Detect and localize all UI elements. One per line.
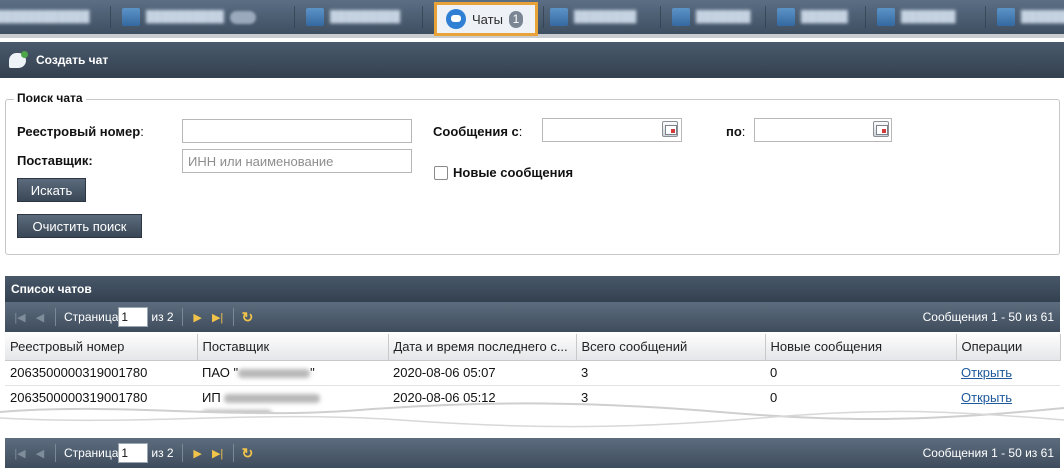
nav-item-statistics[interactable]: █████████ (306, 6, 400, 28)
prev-page-icon[interactable]: ◀ (33, 311, 47, 324)
pager-bottom: |◀ ◀ Страница из 2 ▶ ▶| ↻ Сообщения 1 - … (5, 438, 1060, 468)
messages-from-label: Сообщения с: (433, 124, 523, 139)
last-page-icon[interactable]: ▶| (211, 311, 225, 324)
nav-item-blurred-text: ████████ (574, 11, 637, 23)
nav-item-chats[interactable]: Чаты 1 (434, 2, 538, 36)
help-icon (877, 8, 895, 26)
clear-search-button[interactable]: Очистить поиск (17, 214, 142, 238)
cell-total-messages: 3 (576, 360, 765, 386)
column-header-supplier[interactable]: Поставщик (197, 334, 389, 361)
page-number-input[interactable] (118, 307, 149, 327)
nav-item-blurred-1[interactable]: ████████████ (0, 6, 90, 28)
nav-item-blurred-text: ███████ (696, 11, 751, 23)
cell-last-message-datetime: 2020-08-06 05:07 (388, 360, 576, 386)
top-navigation: ████████████ ██████████ █████████ Чаты 1… (0, 0, 1064, 38)
nav-chats-label: Чаты (472, 11, 503, 27)
nav-item-blurred-text: ███████ (901, 11, 956, 23)
nav-item-notifications[interactable]: ██████████ (122, 6, 256, 28)
refresh-icon[interactable]: ↻ (242, 445, 254, 462)
nav-item-blurred-text: █████████ (330, 11, 401, 23)
new-messages-checkbox[interactable] (434, 166, 448, 180)
create-chat-button[interactable]: Создать чат (36, 53, 108, 67)
column-header-registry[interactable]: Реестровый номер (5, 334, 198, 361)
page-of-label: из 2 (151, 446, 174, 460)
first-page-icon[interactable]: |◀ (13, 311, 27, 324)
chat-list-header: Список чатов (5, 276, 1060, 302)
supplier-label: Поставщик: (17, 153, 93, 168)
last-page-icon[interactable]: ▶| (211, 447, 225, 460)
messages-from-date-input[interactable] (542, 118, 682, 142)
column-header-total-messages[interactable]: Всего сообщений (576, 334, 766, 361)
nav-item-help[interactable]: ███████ (877, 6, 956, 28)
cell-operations: Открыть (956, 360, 1060, 386)
registry-number-label: Реестровый номер: (17, 124, 144, 139)
nav-item-news[interactable]: ███████ (672, 6, 751, 28)
column-header-last-message-datetime[interactable]: Дата и время последнего с... (388, 334, 577, 361)
supplier-input[interactable] (182, 149, 412, 173)
print-icon (777, 8, 795, 26)
nav-item-blurred-text: ████████████ (0, 11, 90, 23)
page-label: Страница (64, 446, 119, 460)
pager-top: |◀ ◀ Страница из 2 ▶ ▶| ↻ Сообщения 1 - … (5, 302, 1060, 332)
nav-item-blurred-text: ██████████ (146, 11, 224, 23)
calendar-icon[interactable] (662, 121, 678, 137)
page-number-input[interactable] (118, 443, 149, 463)
notifications-icon (122, 8, 140, 26)
table-row: 2063500000319001780 ПАО " " 2020-08-06 05… (5, 360, 1060, 386)
column-header-operations: Операции (956, 334, 1061, 361)
first-page-icon[interactable]: |◀ (13, 447, 27, 460)
chat-search-legend: Поиск чата (14, 91, 86, 105)
new-messages-label: Новые сообщения (453, 165, 574, 180)
chat-list-title: Список чатов (11, 282, 92, 296)
exit-icon (997, 8, 1015, 26)
refresh-icon[interactable]: ↻ (242, 309, 254, 326)
cell-supplier: ПАО " " (197, 360, 388, 386)
calendar-icon[interactable] (873, 121, 889, 137)
nav-badge-blurred (229, 10, 256, 24)
cell-new-messages: 0 (765, 360, 956, 386)
nav-item-exit[interactable]: ██████ (997, 6, 1064, 28)
chat-icon (446, 9, 466, 29)
page-label: Страница (64, 310, 119, 324)
page-of-label: из 2 (151, 310, 174, 324)
cell-registry: 2063500000319001780 (5, 360, 197, 386)
nav-item-print[interactable]: ██████ (777, 6, 848, 28)
prev-page-icon[interactable]: ◀ (33, 447, 47, 460)
nav-chats-count-badge: 1 (508, 10, 523, 28)
services-icon (550, 8, 568, 26)
nav-item-services[interactable]: ████████ (550, 6, 636, 28)
nav-item-blurred-text: ██████ (1021, 11, 1064, 23)
registry-number-input[interactable] (182, 119, 412, 143)
table-header-row: Реестровый номер Поставщик Дата и время … (5, 334, 1061, 361)
pager-status: Сообщения 1 - 50 из 61 (922, 446, 1054, 460)
messages-to-date-input[interactable] (754, 118, 892, 142)
redacted-text (238, 368, 311, 378)
torn-edge-separator (0, 402, 1064, 438)
pager-status: Сообщения 1 - 50 из 61 (922, 310, 1054, 324)
statistics-icon (306, 8, 324, 26)
next-page-icon[interactable]: ▶ (191, 447, 205, 460)
create-chat-bar: Создать чат (0, 42, 1064, 78)
news-icon (672, 8, 690, 26)
new-chat-icon[interactable] (9, 50, 28, 68)
next-page-icon[interactable]: ▶ (191, 311, 205, 324)
column-header-new-messages[interactable]: Новые сообщения (765, 334, 957, 361)
messages-to-label: по: (726, 124, 746, 139)
nav-item-blurred-text: ██████ (801, 11, 848, 23)
search-button[interactable]: Искать (17, 178, 86, 202)
open-chat-link[interactable]: Открыть (961, 365, 1012, 380)
